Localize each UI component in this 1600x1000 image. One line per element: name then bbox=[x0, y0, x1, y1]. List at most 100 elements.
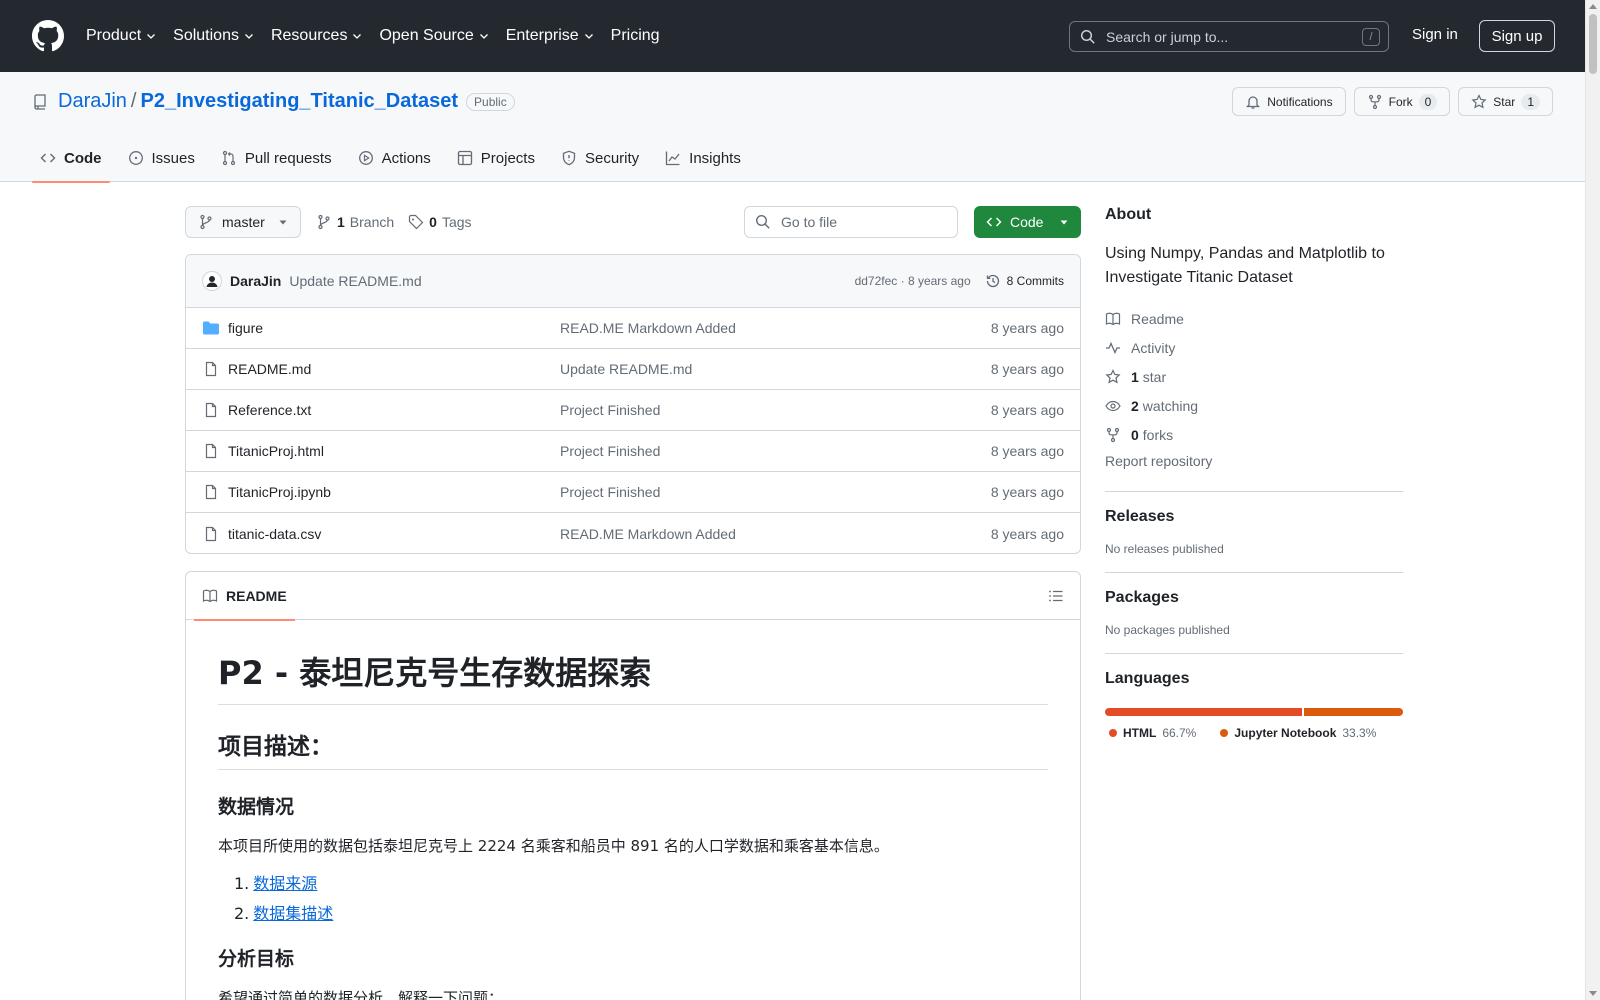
nav-resources[interactable]: Resources bbox=[271, 27, 363, 45]
readme-paragraph-data: 本项目所使用的数据包括泰坦尼克号上 2224 名乘客和船员中 891 名的人口学… bbox=[218, 837, 889, 855]
file-commit-link[interactable]: READ.ME Markdown Added bbox=[560, 526, 991, 542]
file-name-link[interactable]: TitanicProj.html bbox=[228, 443, 560, 459]
releases-title[interactable]: Releases bbox=[1105, 508, 1403, 526]
scroll-down-arrow-icon[interactable] bbox=[1589, 991, 1597, 996]
sidebar-divider bbox=[1105, 491, 1403, 492]
activity-link[interactable]: Activity bbox=[1105, 333, 1403, 362]
data-source-link[interactable]: 数据来源 bbox=[253, 874, 317, 893]
file-age: 8 years ago bbox=[990, 402, 1064, 418]
file-commit-link[interactable]: Update README.md bbox=[560, 361, 991, 377]
branch-icon bbox=[200, 214, 212, 230]
table-icon bbox=[457, 150, 472, 166]
repo-tabs: Code Issues Pull requests Actions Projec… bbox=[32, 134, 759, 183]
sign-in-link[interactable]: Sign in bbox=[1412, 26, 1458, 43]
scrollbar-thumb[interactable] bbox=[1589, 14, 1597, 74]
about-description: Using Numpy, Pandas and Matplotlib to In… bbox=[1105, 245, 1385, 286]
readme-list: 1. 数据来源 2. 数据集描述 bbox=[218, 856, 1048, 924]
file-commit-link[interactable]: Project Finished bbox=[560, 443, 991, 459]
file-commit-link[interactable]: Project Finished bbox=[560, 484, 991, 500]
readme-header: README bbox=[186, 572, 1080, 621]
file-row[interactable]: TitanicProj.ipynb Project Finished 8 yea… bbox=[186, 472, 1080, 513]
repo-name-link[interactable]: P2_Investigating_Titanic_Dataset bbox=[140, 90, 458, 113]
fork-count: 0 bbox=[1418, 93, 1438, 110]
repo-owner-link[interactable]: DaraJin bbox=[58, 90, 127, 113]
report-repository-link[interactable]: Report repository bbox=[1105, 453, 1403, 475]
language-jupyter-notebook[interactable]: Jupyter Notebook 33.3% bbox=[1220, 726, 1376, 740]
tab-security[interactable]: Security bbox=[553, 134, 647, 182]
star-icon bbox=[1471, 93, 1487, 108]
file-commit-link[interactable]: READ.ME Markdown Added bbox=[560, 320, 991, 336]
avatar[interactable] bbox=[202, 271, 222, 291]
readme-heading-goal: 分析目标 bbox=[218, 948, 295, 970]
page-scrollbar[interactable] bbox=[1585, 0, 1600, 1000]
file-row[interactable]: figure READ.ME Markdown Added 8 years ag… bbox=[186, 308, 1080, 349]
play-icon bbox=[358, 151, 373, 165]
file-name-link[interactable]: README.md bbox=[228, 361, 560, 377]
list-item: 2. 数据集描述 bbox=[234, 904, 334, 923]
readme-tab[interactable]: README bbox=[194, 572, 295, 621]
dataset-description-link[interactable]: 数据集描述 bbox=[253, 904, 333, 923]
caret-down-icon bbox=[279, 220, 287, 225]
file-row[interactable]: Reference.txt Project Finished 8 years a… bbox=[186, 390, 1080, 431]
go-to-file-input[interactable]: Go to file bbox=[744, 206, 958, 238]
commits-history-link[interactable]: 8 Commits bbox=[985, 273, 1064, 289]
branch-select-button[interactable]: master bbox=[185, 206, 301, 238]
stars-link[interactable]: 1 star bbox=[1105, 362, 1403, 391]
file-row[interactable]: titanic-data.csv READ.ME Markdown Added … bbox=[186, 513, 1080, 553]
nav-solutions[interactable]: Solutions bbox=[173, 27, 255, 45]
readme-link[interactable]: Readme bbox=[1105, 304, 1403, 333]
nav-pricing[interactable]: Pricing bbox=[611, 27, 660, 45]
global-search-input[interactable]: Search or jump to... / bbox=[1069, 21, 1389, 52]
tab-insights[interactable]: Insights bbox=[657, 134, 749, 182]
file-row[interactable]: README.md Update README.md 8 years ago bbox=[186, 349, 1080, 390]
tags-link[interactable]: 0 Tags bbox=[408, 214, 472, 230]
chevron-down-icon bbox=[147, 34, 156, 39]
commit-meta: dd72fec · 8 years ago 8 Commits bbox=[855, 273, 1064, 289]
file-name-link[interactable]: titanic-data.csv bbox=[228, 526, 560, 542]
table-of-contents-icon[interactable] bbox=[1048, 588, 1064, 604]
sign-up-button[interactable]: Sign up bbox=[1479, 20, 1555, 52]
file-row[interactable]: TitanicProj.html Project Finished 8 year… bbox=[186, 431, 1080, 472]
file-commit-link[interactable]: Project Finished bbox=[560, 402, 991, 418]
file-age: 8 years ago bbox=[990, 484, 1064, 500]
repo-title-separator: / bbox=[130, 90, 137, 112]
list-item: 1. 数据来源 bbox=[234, 874, 318, 893]
language-dot bbox=[1109, 729, 1117, 737]
nav-enterprise[interactable]: Enterprise bbox=[506, 27, 595, 45]
file-name-link[interactable]: Reference.txt bbox=[228, 402, 560, 418]
tab-actions[interactable]: Actions bbox=[350, 134, 439, 182]
tab-pull-requests[interactable]: Pull requests bbox=[213, 134, 340, 182]
latest-commit-bar: DaraJin Update README.md dd72fec · 8 yea… bbox=[186, 255, 1080, 308]
forks-link[interactable]: 0 forks bbox=[1105, 420, 1403, 449]
nav-open-source[interactable]: Open Source bbox=[379, 27, 489, 45]
packages-empty: No packages published bbox=[1105, 623, 1230, 637]
star-button[interactable]: Star 1 bbox=[1458, 87, 1553, 116]
scroll-up-arrow-icon[interactable] bbox=[1589, 4, 1597, 9]
commit-sha-time[interactable]: dd72fec · 8 years ago bbox=[855, 274, 971, 288]
shield-icon bbox=[562, 150, 576, 166]
fork-button[interactable]: Fork 0 bbox=[1353, 87, 1451, 116]
file-name-link[interactable]: figure bbox=[228, 320, 560, 336]
commit-author-link[interactable]: DaraJin bbox=[230, 273, 281, 289]
file-name-link[interactable]: TitanicProj.ipynb bbox=[228, 484, 560, 500]
packages-title[interactable]: Packages bbox=[1105, 589, 1403, 607]
language-dot bbox=[1220, 729, 1229, 737]
nav-product[interactable]: Product bbox=[86, 27, 157, 45]
language-bar-jupyter bbox=[1304, 708, 1403, 716]
watchers-link[interactable]: 2 watching bbox=[1105, 391, 1403, 420]
commit-message-link[interactable]: Update README.md bbox=[289, 273, 421, 289]
bell-icon bbox=[1246, 95, 1261, 109]
tab-projects[interactable]: Projects bbox=[449, 134, 543, 182]
tab-code[interactable]: Code bbox=[32, 134, 110, 183]
file-age: 8 years ago bbox=[990, 320, 1064, 336]
code-dropdown-button[interactable]: Code bbox=[974, 206, 1081, 238]
language-html[interactable]: HTML 66.7% bbox=[1109, 726, 1196, 740]
branches-link[interactable]: 1 Branch bbox=[316, 214, 394, 230]
chevron-down-icon bbox=[245, 34, 253, 39]
tab-issues[interactable]: Issues bbox=[120, 134, 203, 182]
about-title: About bbox=[1105, 206, 1152, 223]
notifications-button[interactable]: Notifications bbox=[1232, 87, 1346, 116]
github-logo-icon[interactable] bbox=[32, 20, 64, 52]
search-icon bbox=[1080, 29, 1095, 44]
file-icon bbox=[205, 484, 217, 500]
